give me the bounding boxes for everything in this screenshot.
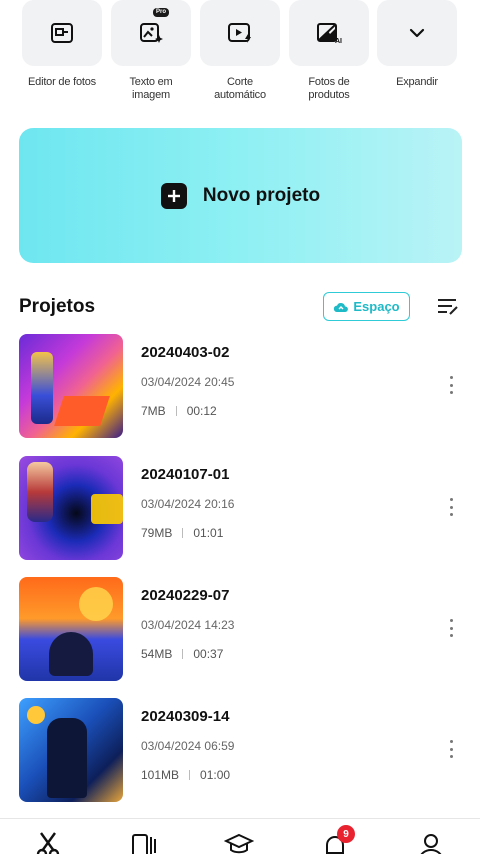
tool-auto-cut-box[interactable] <box>200 0 280 66</box>
project-thumbnail[interactable] <box>19 334 123 438</box>
photo-editor-icon <box>51 23 73 43</box>
scissors-icon <box>36 832 60 854</box>
user-icon <box>420 834 442 854</box>
project-date: 03/04/2024 14:23 <box>141 618 235 632</box>
project-date: 03/04/2024 20:45 <box>141 375 235 389</box>
new-project-button[interactable]: Novo projeto <box>19 128 462 263</box>
auto-cut-icon <box>228 23 251 43</box>
more-options-icon[interactable] <box>444 374 458 396</box>
plus-icon <box>160 182 187 209</box>
project-row[interactable]: 20240107-01 03/04/2024 20:16 79MB 01:01 <box>19 456 462 560</box>
svg-text:AI: AI <box>335 38 342 44</box>
meta-divider <box>182 528 184 538</box>
project-name: 20240309-14 <box>141 708 230 725</box>
tool-expand-box[interactable] <box>377 0 457 66</box>
project-meta: 101MB 01:00 <box>141 768 230 782</box>
projects-header: Projetos Espaço <box>19 290 462 324</box>
project-thumbnail[interactable] <box>19 698 123 802</box>
nav-templates[interactable] <box>129 831 159 854</box>
chevron-down-icon <box>409 28 425 38</box>
tools-row: Editor de fotos Pro Texto em imagem Cort… <box>0 0 480 112</box>
nav-notifications[interactable]: 9 <box>320 825 355 854</box>
sort-icon <box>438 299 458 315</box>
project-size: 101MB <box>141 768 180 782</box>
tool-label: Corte automático <box>214 76 266 101</box>
project-duration: 01:01 <box>193 526 224 540</box>
tool-text-to-image[interactable]: Pro Texto em imagem <box>107 0 195 102</box>
project-size: 7MB <box>141 404 166 418</box>
nav-profile[interactable] <box>416 831 446 854</box>
project-name: 20240403-02 <box>141 344 230 361</box>
project-duration: 00:12 <box>186 404 217 418</box>
graduation-cap-icon <box>224 833 254 854</box>
tool-label: Expandir <box>396 76 438 88</box>
meta-divider <box>182 649 184 659</box>
project-duration: 00:37 <box>193 647 224 661</box>
meta-divider <box>175 406 177 416</box>
project-name: 20240229-07 <box>141 587 230 604</box>
notification-badge: 9 <box>337 825 355 843</box>
tool-label: Editor de fotos <box>28 76 96 88</box>
project-thumbnail[interactable] <box>19 577 123 681</box>
sort-button[interactable] <box>436 295 460 317</box>
cloud-space-button[interactable]: Espaço <box>323 292 410 321</box>
more-options-icon[interactable] <box>444 617 458 639</box>
bottom-nav: 9 <box>0 818 480 854</box>
tool-product-photos[interactable]: AI Fotos de produtos <box>285 0 373 102</box>
tool-photo-editor-box[interactable] <box>22 0 102 66</box>
meta-divider <box>189 770 191 780</box>
tool-auto-cut[interactable]: Corte automático <box>196 0 284 102</box>
project-meta: 7MB 00:12 <box>141 404 217 418</box>
tool-product-photos-box[interactable]: AI <box>289 0 369 66</box>
new-project-label: Novo projeto <box>202 184 321 206</box>
product-photo-icon: AI <box>317 23 342 44</box>
project-size: 54MB <box>141 647 173 661</box>
more-options-icon[interactable] <box>444 496 458 518</box>
cloud-space-label: Espaço <box>353 299 400 314</box>
project-meta: 54MB 00:37 <box>141 647 223 661</box>
text-to-image-icon <box>140 23 163 43</box>
tool-photo-editor[interactable]: Editor de fotos <box>18 0 106 89</box>
nav-learn[interactable] <box>224 831 254 854</box>
projects-title: Projetos <box>19 296 96 317</box>
project-row[interactable]: 20240403-02 03/04/2024 20:45 7MB 00:12 <box>19 334 462 438</box>
cloud-icon <box>334 302 349 312</box>
project-duration: 01:00 <box>200 768 231 782</box>
tool-expand[interactable]: Expandir <box>373 0 461 89</box>
more-options-icon[interactable] <box>444 738 458 760</box>
project-date: 03/04/2024 06:59 <box>141 739 235 753</box>
pro-badge: Pro <box>153 8 170 17</box>
tool-label: Texto em imagem <box>129 76 173 101</box>
project-date: 03/04/2024 20:16 <box>141 497 235 511</box>
project-name: 20240107-01 <box>141 466 230 483</box>
tool-text-to-image-box[interactable]: Pro <box>111 0 191 66</box>
project-row[interactable]: 20240229-07 03/04/2024 14:23 54MB 00:37 <box>19 577 462 681</box>
project-size: 79MB <box>141 526 173 540</box>
project-row[interactable]: 20240309-14 03/04/2024 06:59 101MB 01:00 <box>19 698 462 802</box>
project-thumbnail[interactable] <box>19 456 123 560</box>
templates-icon <box>132 834 156 854</box>
project-meta: 79MB 01:01 <box>141 526 223 540</box>
nav-edit[interactable] <box>33 831 63 854</box>
tool-label: Fotos de produtos <box>308 76 350 101</box>
